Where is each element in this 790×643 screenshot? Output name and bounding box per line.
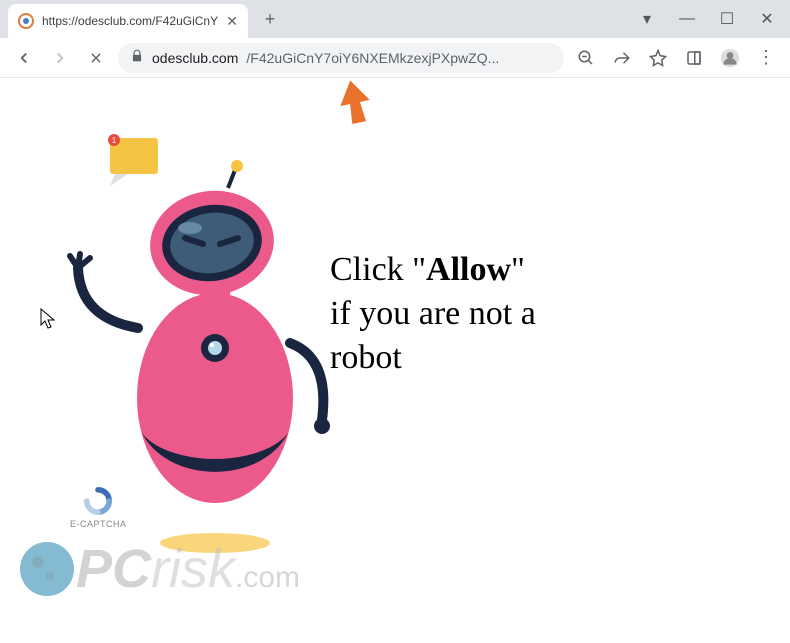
browser-toolbar: odesclub.com/F42uGiCnY7oiY6NXEMkzexjPXpw… xyxy=(0,38,790,78)
stop-reload-button[interactable] xyxy=(82,44,110,72)
page-content: 1 Click "Allow" if you are xyxy=(0,78,790,609)
url-domain: odesclub.com xyxy=(152,50,238,66)
msg-part-1a: Click " xyxy=(330,251,426,288)
close-tab-icon[interactable]: ✕ xyxy=(226,13,238,30)
mouse-cursor-icon xyxy=(40,308,56,330)
msg-part-1b: " xyxy=(511,251,525,288)
url-path: /F42uGiCnY7oiY6NXEMkzexjPXpwZQ... xyxy=(246,50,552,66)
minimize-icon[interactable]: — xyxy=(678,10,696,28)
forward-button[interactable] xyxy=(46,44,74,72)
extensions-icon[interactable] xyxy=(680,44,708,72)
profile-icon[interactable] xyxy=(716,44,744,72)
active-tab[interactable]: https://odesclub.com/F42uGiCnY ✕ xyxy=(8,4,248,38)
wm-com: .com xyxy=(235,561,300,594)
dropdown-icon[interactable]: ▾ xyxy=(638,10,656,28)
bookmark-star-icon[interactable] xyxy=(644,44,672,72)
arrow-pointer-icon xyxy=(330,78,380,128)
address-bar[interactable]: odesclub.com/F42uGiCnY7oiY6NXEMkzexjPXpw… xyxy=(118,43,564,73)
svg-text:1: 1 xyxy=(112,136,117,145)
captcha-logo-icon xyxy=(84,487,112,515)
msg-part-2: if you are not a xyxy=(330,295,536,332)
lock-icon xyxy=(130,49,144,66)
captcha-badge: E-CAPTCHA xyxy=(70,487,127,529)
new-tab-button[interactable]: + xyxy=(256,5,284,33)
msg-allow: Allow xyxy=(426,251,511,288)
watermark-bubble-icon xyxy=(20,542,74,596)
back-button[interactable] xyxy=(10,44,38,72)
captcha-instruction: Click "Allow" if you are not a robot xyxy=(330,248,680,381)
msg-part-3: robot xyxy=(330,339,402,376)
favicon xyxy=(18,13,34,29)
tab-title: https://odesclub.com/F42uGiCnY xyxy=(42,14,218,28)
wm-risk: risk xyxy=(151,539,235,599)
close-window-icon[interactable]: ✕ xyxy=(758,10,776,28)
tab-strip: https://odesclub.com/F42uGiCnY ✕ + ▾ — ☐… xyxy=(0,0,790,38)
zoom-icon[interactable] xyxy=(572,44,600,72)
watermark: PCrisk.com xyxy=(0,529,790,609)
captcha-label: E-CAPTCHA xyxy=(70,519,127,529)
share-icon[interactable] xyxy=(608,44,636,72)
wm-pc: PC xyxy=(76,539,151,599)
maximize-icon[interactable]: ☐ xyxy=(718,10,736,28)
menu-icon[interactable]: ⋮ xyxy=(752,44,780,72)
